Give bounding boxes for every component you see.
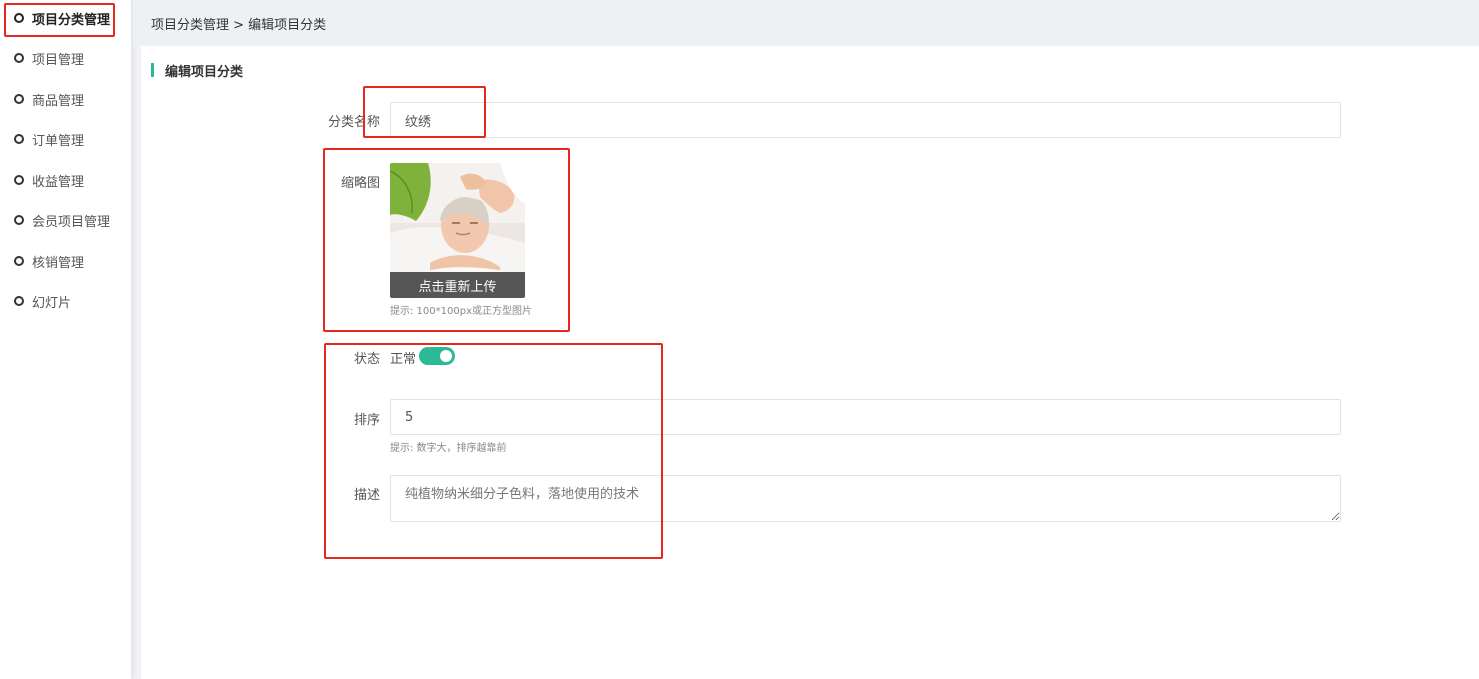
description-label: 描述	[353, 488, 380, 503]
thumbnail-upload[interactable]: 点击重新上传	[390, 163, 525, 298]
reupload-overlay: 点击重新上传	[390, 272, 525, 298]
sidebar-item-slides[interactable]: 幻灯片	[0, 283, 132, 319]
circle-icon	[14, 215, 24, 225]
circle-icon	[14, 94, 24, 104]
breadcrumb-text: 项目分类管理 > 编辑项目分类	[151, 17, 327, 33]
sidebar-item-label: 核销管理	[32, 255, 85, 271]
sort-label: 排序	[353, 413, 380, 428]
circle-icon	[14, 134, 24, 144]
main-panel: 编辑项目分类 分类名称 缩略图 点击重新上传 提示: 100*100px或正方型…	[141, 46, 1479, 679]
sidebar-item-label: 项目管理	[32, 52, 85, 68]
sidebar-item-products[interactable]: 商品管理	[0, 81, 132, 117]
sidebar-item-projects[interactable]: 项目管理	[0, 40, 132, 76]
circle-icon	[14, 53, 24, 63]
name-label: 分类名称	[327, 115, 380, 130]
title-accent-bar	[151, 63, 154, 77]
sidebar-item-label: 幻灯片	[32, 295, 72, 311]
page-title: 编辑项目分类	[165, 64, 244, 80]
status-toggle[interactable]	[419, 347, 455, 365]
sidebar-item-label: 收益管理	[32, 174, 85, 190]
sidebar-item-label: 商品管理	[32, 93, 85, 109]
sidebar-item-revenue[interactable]: 收益管理	[0, 162, 132, 198]
sidebar-item-label: 会员项目管理	[32, 214, 111, 230]
toggle-knob	[440, 350, 452, 362]
sidebar-item-category[interactable]: 项目分类管理	[0, 0, 132, 36]
thumbnail-label: 缩略图	[340, 176, 380, 191]
circle-icon	[14, 256, 24, 266]
thumbnail-hint: 提示: 100*100px或正方型图片	[390, 306, 532, 317]
sidebar-item-label: 项目分类管理	[32, 12, 111, 28]
status-value: 正常	[390, 352, 417, 367]
circle-icon	[14, 13, 24, 23]
sidebar: 项目分类管理 项目管理 商品管理 订单管理 收益管理 会员项目管理 核销管理 幻…	[0, 0, 132, 679]
sidebar-item-member-projects[interactable]: 会员项目管理	[0, 202, 132, 238]
section-title: 编辑项目分类	[151, 63, 244, 80]
sidebar-item-label: 订单管理	[32, 133, 85, 149]
circle-icon	[14, 175, 24, 185]
sidebar-item-orders[interactable]: 订单管理	[0, 121, 132, 157]
status-label: 状态	[353, 352, 380, 367]
breadcrumb: 项目分类管理 > 编辑项目分类	[133, 0, 1479, 46]
circle-icon	[14, 296, 24, 306]
sidebar-item-verification[interactable]: 核销管理	[0, 243, 132, 279]
category-name-input[interactable]	[390, 102, 1341, 138]
sort-input[interactable]	[390, 399, 1341, 435]
sort-hint: 提示: 数字大，排序越靠前	[390, 443, 507, 454]
description-textarea[interactable]: 纯植物纳米细分子色料，落地使用的技术	[390, 475, 1341, 522]
